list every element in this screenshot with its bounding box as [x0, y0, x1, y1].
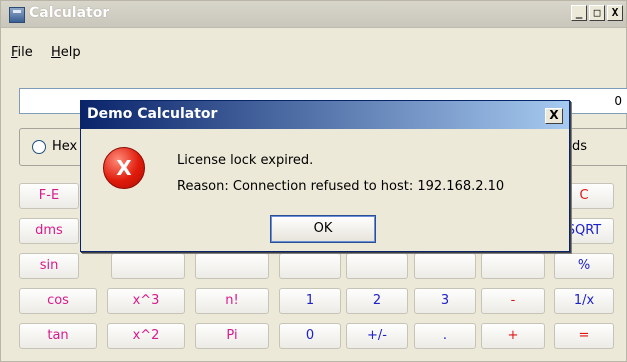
- key-row3-b[interactable]: [111, 253, 185, 279]
- menu-file-rest: ile: [17, 45, 33, 60]
- hex-radio[interactable]: [32, 140, 46, 154]
- key-2[interactable]: 2: [346, 288, 408, 314]
- key-x-squared[interactable]: x^2: [107, 323, 185, 349]
- key-f-e[interactable]: F-E: [19, 183, 79, 209]
- title-bar[interactable]: Calculator _ □ X: [1, 1, 626, 28]
- key-percent[interactable]: %: [554, 253, 614, 279]
- dialog-message-line2: Reason: Connection refused to host: 192.…: [177, 179, 505, 194]
- close-button[interactable]: X: [607, 5, 623, 21]
- menu-bar: File Help: [1, 45, 626, 65]
- error-x-icon: X: [103, 147, 145, 189]
- key-row3-c[interactable]: [195, 253, 269, 279]
- key-0[interactable]: 0: [279, 323, 341, 349]
- dialog-title: Demo Calculator: [87, 106, 218, 122]
- key-plus[interactable]: +: [481, 323, 545, 349]
- key-row3-d[interactable]: [279, 253, 341, 279]
- words-radio-label: ds: [572, 139, 588, 154]
- error-dialog: Demo Calculator X X License lock expired…: [80, 100, 570, 252]
- key-row3-f[interactable]: [414, 253, 476, 279]
- dialog-close-button[interactable]: X: [545, 108, 563, 124]
- key-x-cubed[interactable]: x^3: [107, 288, 185, 314]
- menu-help[interactable]: Help: [51, 45, 81, 60]
- key-equals[interactable]: =: [554, 323, 614, 349]
- key-reciprocal[interactable]: 1/x: [554, 288, 614, 314]
- key-minus[interactable]: -: [481, 288, 545, 314]
- hex-radio-label: Hex: [52, 139, 78, 154]
- menu-file[interactable]: File: [11, 45, 33, 60]
- key-3[interactable]: 3: [414, 288, 476, 314]
- ok-button[interactable]: OK: [269, 214, 377, 244]
- key-sin[interactable]: sin: [19, 253, 79, 279]
- key-tan[interactable]: tan: [19, 323, 97, 349]
- key-pi[interactable]: Pi: [195, 323, 269, 349]
- key-factorial[interactable]: n!: [195, 288, 269, 314]
- window-title: Calculator: [29, 5, 110, 21]
- key-decimal[interactable]: .: [414, 323, 476, 349]
- key-plus-minus[interactable]: +/-: [346, 323, 408, 349]
- key-row3-g[interactable]: [481, 253, 545, 279]
- minimize-button[interactable]: _: [571, 5, 587, 21]
- key-cos[interactable]: cos: [19, 288, 97, 314]
- maximize-button[interactable]: □: [589, 5, 605, 21]
- key-row3-e[interactable]: [346, 253, 408, 279]
- menu-help-mnemonic: H: [51, 45, 61, 60]
- calculator-icon: [9, 7, 25, 23]
- key-dms[interactable]: dms: [19, 218, 79, 244]
- dialog-message-line1: License lock expired.: [177, 153, 314, 168]
- dialog-title-bar[interactable]: Demo Calculator X: [81, 101, 569, 129]
- menu-help-rest: elp: [60, 45, 81, 60]
- key-1[interactable]: 1: [279, 288, 341, 314]
